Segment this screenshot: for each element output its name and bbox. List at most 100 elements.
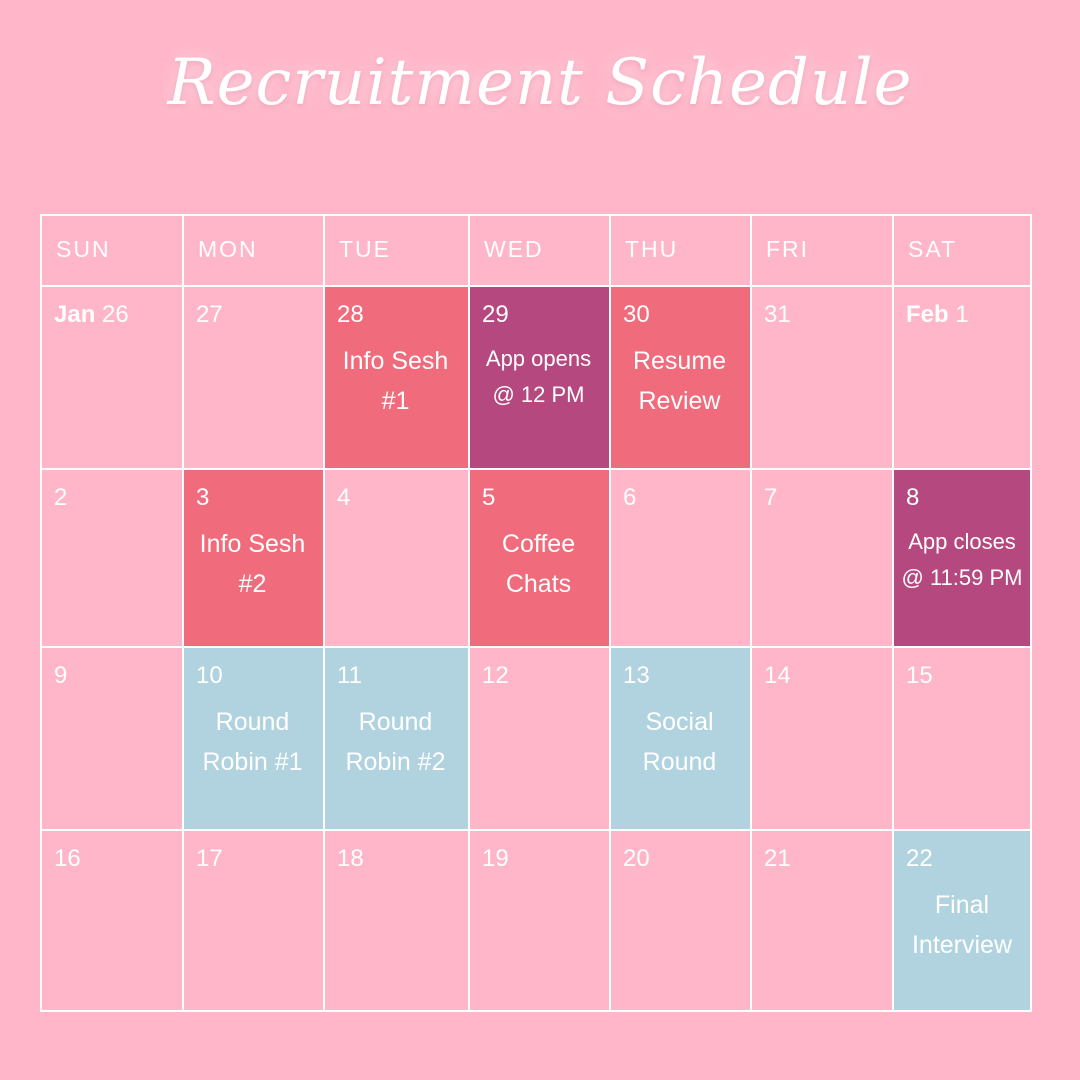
day-cell-13[interactable]: 13 Social Round (609, 646, 750, 829)
day-cell-29[interactable]: 29 App opens @ 12 PM (468, 285, 609, 468)
day-number: 31 (764, 301, 791, 329)
day-cell-30[interactable]: 30 Resume Review (609, 285, 750, 468)
weekday-label: SAT (908, 236, 958, 262)
grid-line-vertical (40, 214, 42, 1012)
day-number: Feb 1 (906, 301, 969, 329)
day-number: 16 (54, 845, 81, 873)
day-cell-2: 2 (40, 468, 182, 646)
calendar-grid: SUN MON TUE WED THU FRI SAT Jan 26 27 28 Info Sesh… (40, 214, 1032, 1012)
day-number-text: 3 (196, 484, 210, 511)
grid-line-vertical (1030, 214, 1032, 1012)
day-number-text: 26 (102, 301, 129, 328)
day-cell-11[interactable]: 11 Round Robin #2 (323, 646, 468, 829)
event-label: Info Sesh #1 (342, 347, 449, 415)
event-label: Final Interview (911, 891, 1013, 959)
weekday-label: WED (484, 236, 544, 262)
weekday-header-fri: FRI (750, 214, 892, 285)
event-label: Info Sesh #2 (199, 530, 306, 598)
day-number-text: 28 (337, 301, 364, 328)
grid-line-horizontal (40, 829, 1032, 831)
day-number-text: 7 (764, 484, 778, 511)
grid-line-horizontal (40, 468, 1032, 470)
day-number-text: 20 (623, 845, 650, 872)
day-cell-31: 31 (750, 285, 892, 468)
event-label: App opens @ 12 PM (485, 346, 592, 407)
event-label: Resume Review (632, 347, 727, 415)
day-number-text: 14 (764, 662, 791, 689)
day-cell-28[interactable]: 28 Info Sesh #1 (323, 285, 468, 468)
day-cell-22[interactable]: 22 Final Interview (892, 829, 1032, 1012)
day-number-text: 5 (482, 484, 496, 511)
day-number: 7 (764, 484, 777, 512)
day-cell-20: 20 (609, 829, 750, 1012)
grid-line-horizontal (40, 285, 1032, 287)
day-number-text: 22 (906, 845, 933, 872)
day-cell-19: 19 (468, 829, 609, 1012)
day-number: 19 (482, 845, 509, 873)
day-number-text: 15 (906, 662, 933, 689)
grid-line-vertical (750, 214, 752, 1012)
day-number: 30 (623, 301, 650, 329)
weekday-label: THU (625, 236, 679, 262)
month-label: Feb (906, 301, 949, 328)
day-cell-feb-1: Feb 1 (892, 285, 1032, 468)
day-number: 11 (337, 662, 362, 690)
weekday-header-thu: THU (609, 214, 750, 285)
weekday-header-sat: SAT (892, 214, 1032, 285)
event-label: Coffee Chats (501, 530, 576, 598)
day-cell-8[interactable]: 8 App closes @ 11:59 PM (892, 468, 1032, 646)
weekday-label: TUE (339, 236, 391, 262)
day-number-text: 11 (337, 662, 362, 689)
day-number: 13 (623, 662, 650, 690)
day-cell-14: 14 (750, 646, 892, 829)
weekday-label: FRI (766, 236, 810, 262)
weekday-header-sun: SUN (40, 214, 182, 285)
day-cell-21: 21 (750, 829, 892, 1012)
day-number-text: 18 (337, 845, 364, 872)
day-number: 12 (482, 662, 509, 690)
day-number-text: 17 (196, 845, 223, 872)
day-number-text: 31 (764, 301, 791, 328)
month-label: Jan (54, 301, 96, 328)
day-number-text: 4 (337, 484, 351, 511)
day-number: Jan 26 (54, 301, 129, 329)
day-number-text: 12 (482, 662, 509, 689)
day-number: 27 (196, 301, 223, 329)
day-number: 20 (623, 845, 650, 873)
weekday-label: MON (198, 236, 258, 262)
day-number-text: 16 (54, 845, 81, 872)
day-number-text: 2 (54, 484, 68, 511)
grid-line-horizontal (40, 646, 1032, 648)
grid-line-vertical (892, 214, 894, 1012)
event-label: Social Round (642, 708, 717, 776)
day-number: 10 (196, 662, 223, 690)
day-number: 4 (337, 484, 350, 512)
day-number-text: 13 (623, 662, 650, 689)
day-number: 5 (482, 484, 495, 512)
day-cell-9: 9 (40, 646, 182, 829)
day-number: 2 (54, 484, 67, 512)
day-number-text: 1 (955, 301, 969, 328)
day-cell-5[interactable]: 5 Coffee Chats (468, 468, 609, 646)
day-cell-15: 15 (892, 646, 1032, 829)
weekday-label: SUN (56, 236, 111, 262)
day-number: 21 (764, 845, 791, 873)
event-label: Round Robin #2 (345, 708, 446, 776)
day-cell-3[interactable]: 3 Info Sesh #2 (182, 468, 323, 646)
day-number-text: 30 (623, 301, 650, 328)
day-number-text: 9 (54, 662, 68, 689)
grid-line-vertical (609, 214, 611, 1012)
day-cell-10[interactable]: 10 Round Robin #1 (182, 646, 323, 829)
day-number: 8 (906, 484, 919, 512)
day-number-text: 10 (196, 662, 223, 689)
event-label: Round Robin #1 (202, 708, 303, 776)
day-number: 14 (764, 662, 791, 690)
day-number-text: 21 (764, 845, 791, 872)
grid-line-horizontal (40, 1010, 1032, 1012)
day-cell-12: 12 (468, 646, 609, 829)
grid-line-vertical (323, 214, 325, 1012)
day-cell-27: 27 (182, 285, 323, 468)
day-cell-7: 7 (750, 468, 892, 646)
day-number-text: 27 (196, 301, 223, 328)
page-title: Recruitment Schedule (167, 46, 913, 120)
